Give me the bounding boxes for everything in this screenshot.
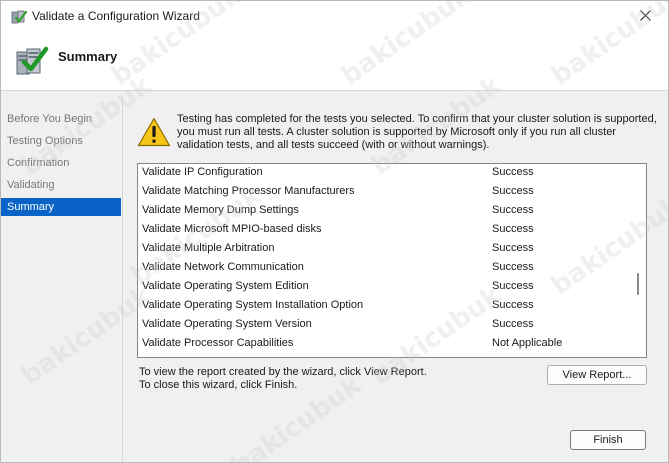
nav-item-label: Confirmation (7, 157, 70, 169)
wizard-nav: Before You Begin Testing Options Confirm… (1, 97, 121, 462)
list-item: Validate IP Configuration Success (142, 164, 622, 182)
list-item: Validate Processor Capabilities Not Appli… (142, 334, 622, 353)
scrollbar-thumb[interactable] (637, 273, 639, 295)
list-item: Validate Matching Processor Manufacturer… (142, 182, 622, 201)
footer-instructions: To view the report created by the wizard… (139, 366, 427, 392)
list-item: Validate Memory Dump Settings Success (142, 201, 622, 220)
wizard-header: Summary (1, 32, 668, 91)
wizard-window: Validate a Configuration Wizard Summary (0, 0, 669, 463)
test-name: Validate IP Configuration (142, 166, 263, 178)
nav-item-label: Before You Begin (7, 113, 93, 125)
warning-icon (137, 117, 171, 147)
content-area: Testing has completed for the tests you … (123, 97, 668, 415)
test-result: Success (492, 299, 534, 311)
test-name: Validate Memory Dump Settings (142, 204, 299, 216)
test-result: Success (492, 166, 534, 178)
nav-item-before-you-begin[interactable]: Before You Begin (1, 110, 121, 128)
list-item: Validate Multiple Arbitration Success (142, 239, 622, 258)
nav-item-summary[interactable]: Summary (1, 198, 121, 216)
finish-button[interactable]: Finish (570, 430, 646, 450)
list-item: Validate Operating System Installation O… (142, 296, 622, 315)
test-name: Validate Processor Capabilities (142, 337, 294, 349)
test-result: Success (492, 185, 534, 197)
test-result: Success (492, 223, 534, 235)
test-result: Success (492, 318, 534, 330)
nav-item-confirmation[interactable]: Confirmation (1, 154, 121, 172)
report-list[interactable]: Validate IP Configuration Success Validat… (137, 163, 647, 358)
list-item: Validate Operating System Version Success (142, 315, 622, 334)
test-name: Validate Operating System Version (142, 318, 312, 330)
close-icon (639, 9, 651, 24)
status-message: Testing has completed for the tests you … (177, 113, 657, 151)
cluster-validate-icon (11, 9, 28, 25)
nav-item-validating[interactable]: Validating (1, 176, 121, 194)
nav-item-label: Testing Options (7, 135, 83, 147)
close-button[interactable] (622, 1, 668, 32)
test-name: Validate Operating System Installation O… (142, 299, 364, 311)
title-bar: Validate a Configuration Wizard (1, 1, 668, 32)
page-title: Summary (58, 49, 118, 64)
test-name: Validate Network Communication (142, 261, 304, 273)
footer-line-1: To view the report created by the wizard… (139, 366, 427, 378)
test-name: Validate Operating System Edition (142, 280, 309, 292)
list-item: Validate Operating System Edition Success (142, 277, 622, 296)
list-item: Validate Network Communication Success (142, 258, 622, 277)
nav-item-label: Summary (7, 201, 55, 213)
test-result: Success (492, 280, 534, 292)
test-result: Success (492, 261, 534, 273)
button-bar: Finish (123, 415, 668, 462)
vertical-scrollbar[interactable] (630, 164, 646, 357)
list-item: Validate Microsoft MPIO-based disks Succe… (142, 220, 622, 239)
nav-item-testing-options[interactable]: Testing Options (1, 132, 121, 150)
test-result: Success (492, 242, 534, 254)
nav-item-label: Validating (7, 179, 55, 191)
test-name: Validate Microsoft MPIO-based disks (142, 223, 322, 235)
cluster-check-icon (15, 44, 49, 78)
test-result: Success (492, 204, 534, 216)
test-result: Not Applicable (492, 337, 563, 349)
footer-line-2: To close this wizard, click Finish. (139, 379, 298, 391)
test-name: Validate Matching Processor Manufacturer… (142, 185, 355, 197)
view-report-button[interactable]: View Report... (547, 365, 647, 385)
test-name: Validate Multiple Arbitration (142, 242, 275, 254)
window-title: Validate a Configuration Wizard (32, 9, 200, 23)
